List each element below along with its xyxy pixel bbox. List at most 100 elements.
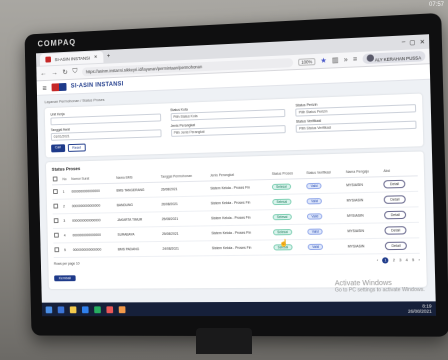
column-header: No bbox=[61, 174, 71, 185]
cell-nama: BMS PADANG bbox=[116, 241, 162, 257]
start-icon[interactable] bbox=[45, 306, 53, 313]
filter-card: Unit Kerja Status Kota Pilih Status Kota… bbox=[44, 93, 424, 158]
select-all-checkbox[interactable] bbox=[52, 176, 58, 182]
detail-button[interactable]: Detail bbox=[384, 226, 407, 235]
filter-status-verifikasi: Status Verifikasi Pilih Status Verifikas… bbox=[296, 115, 417, 133]
cell-user: MYSIASIN bbox=[346, 222, 384, 239]
ie-icon[interactable] bbox=[57, 305, 65, 313]
back-button[interactable]: Kembali bbox=[54, 275, 76, 282]
excel-icon[interactable] bbox=[94, 305, 101, 313]
filter-tanggal-awal: Tanggal Awal 01/01/2021 bbox=[51, 124, 162, 141]
activate-subtitle: Go to PC settings to activate Windows. bbox=[334, 286, 425, 294]
mouse-cursor-icon: ☝ bbox=[279, 240, 289, 248]
row-checkbox[interactable] bbox=[53, 203, 59, 209]
cell-user: MYSIASIN bbox=[346, 238, 385, 255]
overflow-chevron-icon[interactable]: » bbox=[344, 56, 348, 63]
firefox-icon[interactable] bbox=[118, 305, 126, 313]
page-3[interactable]: 3 bbox=[399, 258, 401, 262]
cell-tanggal: 24/08/2021 bbox=[161, 240, 212, 257]
verification-badge: Valid bbox=[308, 243, 324, 251]
cell-nomor: 0000000000000000 bbox=[70, 183, 116, 199]
menu-icon[interactable]: ≡ bbox=[353, 56, 357, 63]
cell-nomor: 0000000000000000 bbox=[71, 212, 117, 229]
row-checkbox[interactable] bbox=[53, 189, 58, 195]
bookmark-star-icon[interactable]: ★ bbox=[320, 57, 327, 65]
library-icon[interactable]: ▥ bbox=[332, 56, 339, 64]
site-favicon-icon bbox=[45, 56, 52, 63]
maximize-icon[interactable]: ▢ bbox=[409, 39, 415, 46]
cell-nomor: 0000000000000000 bbox=[71, 227, 117, 243]
page-4[interactable]: 4 bbox=[406, 258, 408, 262]
chrome-icon[interactable] bbox=[106, 305, 114, 313]
verification-badge: Valid bbox=[306, 198, 323, 205]
screen: SI-ASIN INSTANSI ✕ + – ▢ ✕ ← → ↻ ⛉ https… bbox=[36, 34, 437, 317]
page-2[interactable]: 2 bbox=[393, 258, 395, 262]
page-5[interactable]: 5 bbox=[412, 258, 414, 262]
system-tray[interactable]: 8:19 26/08/2021 bbox=[408, 303, 432, 313]
cell-nama: JAKARTA TIMUR bbox=[115, 211, 161, 228]
detail-button[interactable]: Detail bbox=[383, 179, 406, 189]
next-page-icon[interactable]: › bbox=[418, 258, 419, 262]
photo-timestamp: 07:57 bbox=[428, 2, 444, 8]
cell-tanggal: 25/08/2021 bbox=[160, 225, 211, 242]
pagination: ‹ 1 2 3 4 5 › bbox=[377, 257, 420, 264]
cell-user: MYSIASIN bbox=[344, 176, 383, 193]
cell-no: 3 bbox=[62, 213, 72, 229]
minimize-icon[interactable]: – bbox=[402, 40, 406, 46]
status-badge: Selesai bbox=[272, 213, 292, 221]
back-arrow-icon[interactable]: ← bbox=[40, 70, 47, 77]
zoom-level[interactable]: 100% bbox=[298, 57, 316, 66]
row-checkbox[interactable] bbox=[54, 247, 60, 253]
prev-page-icon[interactable]: ‹ bbox=[377, 258, 378, 262]
verification-badge: Valid bbox=[306, 182, 322, 190]
word-icon[interactable] bbox=[81, 305, 89, 313]
filter-status-kota: Status Kota Pilih Status Kota bbox=[170, 104, 286, 122]
page-1[interactable]: 1 bbox=[382, 257, 389, 264]
cell-nomor: 0000000000000000 bbox=[70, 198, 116, 214]
results-table: No Nomor Surat Nama BMS Tanggal Permohon… bbox=[51, 165, 420, 258]
cell-nama: BMS TANGERANG bbox=[115, 182, 161, 199]
detail-button[interactable]: Detail bbox=[384, 210, 407, 220]
profile-button[interactable]: ALY KERAHAN PUSSA bbox=[362, 50, 426, 65]
cell-no: 4 bbox=[62, 228, 72, 243]
monitor-brand: COMPAQ bbox=[37, 37, 77, 49]
new-tab-icon[interactable]: + bbox=[107, 54, 110, 60]
search-button[interactable]: Cari bbox=[51, 144, 65, 153]
photo-scene: 07:57 COMPAQ SI-ASIN INSTANSI ✕ + – ▢ ✕ … bbox=[0, 0, 448, 360]
forward-arrow-icon[interactable]: → bbox=[51, 69, 58, 76]
detail-button[interactable]: Detail bbox=[383, 195, 406, 204]
address-bar-url: https://asinm.instansi.sikkeyri.id/layan… bbox=[85, 63, 203, 74]
cell-no: 5 bbox=[63, 242, 73, 258]
cell-tanggal: 26/08/2021 bbox=[159, 180, 210, 198]
cell-nomor: 0000000000000000 bbox=[71, 242, 118, 258]
filter-unit-kerja: Unit Kerja bbox=[50, 109, 161, 126]
cell-jenis: Sistem Kelola - Proses Fin bbox=[209, 194, 272, 211]
reset-button[interactable]: Reset bbox=[67, 143, 86, 152]
shield-icon[interactable]: ⛉ bbox=[72, 68, 77, 76]
browser-tab-title: SI-ASIN INSTANSI bbox=[54, 55, 91, 62]
rows-per-page-select[interactable]: 10 bbox=[76, 262, 80, 266]
file-explorer-icon[interactable] bbox=[69, 305, 77, 313]
cell-nama: SURABAYA bbox=[116, 226, 162, 243]
monitor-stand bbox=[196, 328, 252, 354]
verification-badge: Valid bbox=[307, 213, 323, 220]
main-content: Layanan Permohonan / Status Proses Unit … bbox=[37, 80, 436, 299]
avatar bbox=[366, 54, 374, 62]
close-tab-icon[interactable]: ✕ bbox=[94, 54, 98, 60]
cell-jenis: Sistem Kelola - Proses Fin bbox=[209, 209, 272, 226]
detail-button[interactable]: Detail bbox=[385, 241, 407, 251]
row-checkbox[interactable] bbox=[54, 232, 59, 238]
reload-icon[interactable]: ↻ bbox=[62, 68, 68, 76]
rows-per-page-label: Rows per page bbox=[53, 261, 76, 266]
table-footer: Rows per page 10 ‹ 1 2 3 4 5 › bbox=[54, 257, 420, 267]
app-logo bbox=[51, 82, 67, 92]
cell-jenis: Sistem Kelola - Proses Fin bbox=[209, 179, 272, 196]
close-window-icon[interactable]: ✕ bbox=[420, 38, 425, 45]
results-card: Status Proses No Nomor Surat Nama BMS Ta… bbox=[45, 151, 427, 290]
hamburger-menu-icon[interactable]: ≡ bbox=[42, 83, 47, 92]
cell-nama: BANDUNG bbox=[115, 197, 161, 213]
checkbox-header[interactable] bbox=[51, 174, 62, 185]
column-header: Aksi bbox=[382, 165, 418, 177]
row-checkbox[interactable] bbox=[53, 218, 59, 224]
monitor: COMPAQ SI-ASIN INSTANSI ✕ + – ▢ ✕ ← → ↻ bbox=[24, 12, 448, 337]
